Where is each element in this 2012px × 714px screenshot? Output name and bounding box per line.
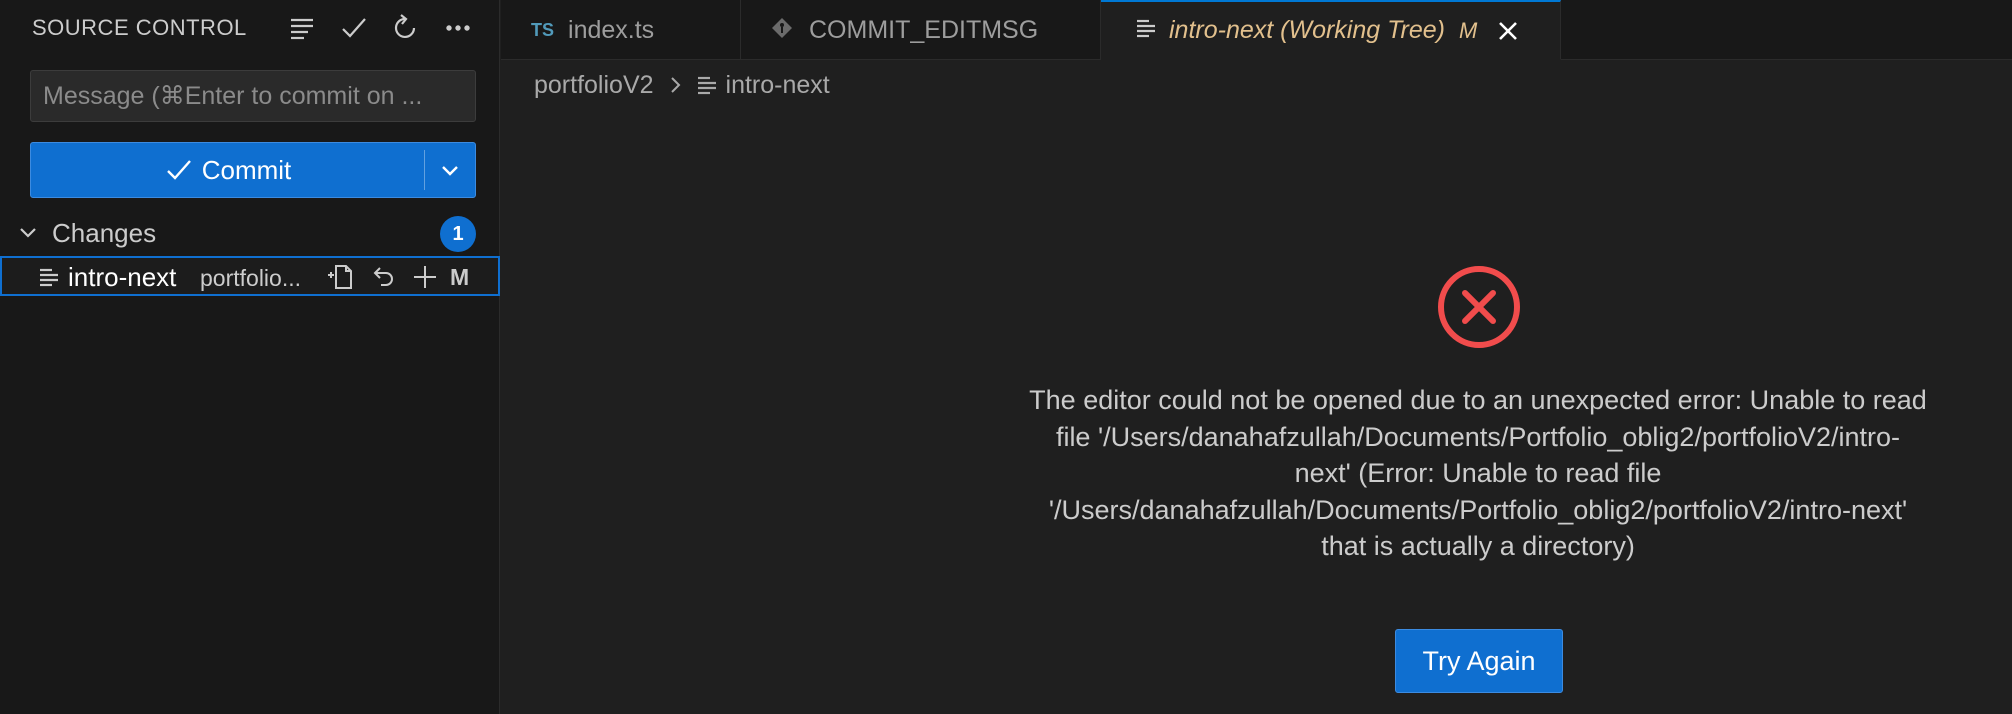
chevron-down-icon bbox=[442, 166, 458, 176]
commit-check-icon bbox=[342, 18, 366, 38]
error-message: The editor could not be opened due to an… bbox=[1029, 385, 1927, 561]
file-status-badge: M bbox=[450, 264, 470, 290]
commit-check-button[interactable] bbox=[334, 8, 374, 48]
changes-section-header[interactable]: Changes 1 bbox=[0, 212, 500, 252]
breadcrumb: portfolioV2 intro-next bbox=[534, 68, 830, 102]
commit-button[interactable]: Commit bbox=[31, 143, 424, 197]
tab-intro-next-working-tree[interactable]: intro-next (Working Tree) M bbox=[1101, 0, 1561, 60]
sidebar-title: SOURCE CONTROL bbox=[32, 15, 247, 40]
commit-button-label: Commit bbox=[201, 154, 292, 185]
plus-icon bbox=[414, 266, 436, 288]
file-row-actions bbox=[322, 260, 444, 294]
editor-tab-bar: TS index.ts COMMIT_EDITMSG intro-next (W… bbox=[501, 0, 2012, 60]
breadcrumb-folder[interactable]: portfolioV2 bbox=[534, 71, 654, 100]
file-lines-icon bbox=[38, 266, 60, 288]
changes-count-badge: 1 bbox=[440, 216, 476, 252]
open-file-icon bbox=[328, 265, 352, 289]
view-as-tree-icon bbox=[291, 18, 313, 40]
refresh-button[interactable] bbox=[386, 8, 426, 48]
changed-file-name: intro-next bbox=[68, 262, 177, 292]
tab-commit-editmsg[interactable]: COMMIT_EDITMSG bbox=[741, 0, 1101, 60]
tab-modified-indicator: M bbox=[1459, 17, 1478, 43]
more-actions-button[interactable] bbox=[438, 8, 478, 48]
close-tab-button[interactable] bbox=[1493, 16, 1523, 46]
sidebar-header: SOURCE CONTROL bbox=[0, 0, 500, 56]
discard-icon bbox=[373, 267, 393, 286]
commit-dropdown-button[interactable] bbox=[425, 143, 475, 197]
tab-label: intro-next (Working Tree) bbox=[1169, 16, 1445, 44]
check-icon bbox=[166, 160, 191, 180]
stage-changes-button[interactable] bbox=[406, 260, 444, 294]
source-control-sidebar: SOURCE CONTROL Message (⌘Enter to commit… bbox=[0, 0, 500, 714]
changed-file-row[interactable]: intro-next portfolio... M bbox=[0, 256, 500, 296]
error-circle-icon bbox=[1438, 266, 1520, 348]
file-lines-icon bbox=[696, 74, 718, 96]
breadcrumb-file[interactable]: intro-next bbox=[726, 71, 830, 100]
more-actions-icon bbox=[446, 25, 470, 31]
discard-changes-button[interactable] bbox=[364, 260, 402, 294]
try-again-button[interactable]: Try Again bbox=[1395, 629, 1563, 693]
sidebar-actions bbox=[282, 8, 478, 48]
chevron-right-icon bbox=[664, 74, 686, 96]
close-icon bbox=[1499, 21, 1518, 40]
git-commit-icon bbox=[771, 17, 793, 44]
commit-button-group: Commit bbox=[30, 142, 476, 198]
tab-label: index.ts bbox=[568, 15, 655, 44]
file-lines-icon bbox=[1135, 17, 1157, 44]
tab-label: COMMIT_EDITMSG bbox=[809, 15, 1039, 44]
typescript-icon: TS bbox=[531, 19, 555, 40]
view-as-tree-button[interactable] bbox=[282, 8, 322, 48]
tab-index-ts[interactable]: TS index.ts bbox=[501, 0, 741, 60]
refresh-icon bbox=[394, 14, 416, 39]
changed-file-path: portfolio... bbox=[200, 265, 301, 291]
chevron-down-icon bbox=[16, 220, 40, 244]
changes-label: Changes bbox=[52, 218, 157, 248]
open-file-button[interactable] bbox=[322, 260, 360, 294]
commit-message-input[interactable] bbox=[30, 70, 476, 122]
